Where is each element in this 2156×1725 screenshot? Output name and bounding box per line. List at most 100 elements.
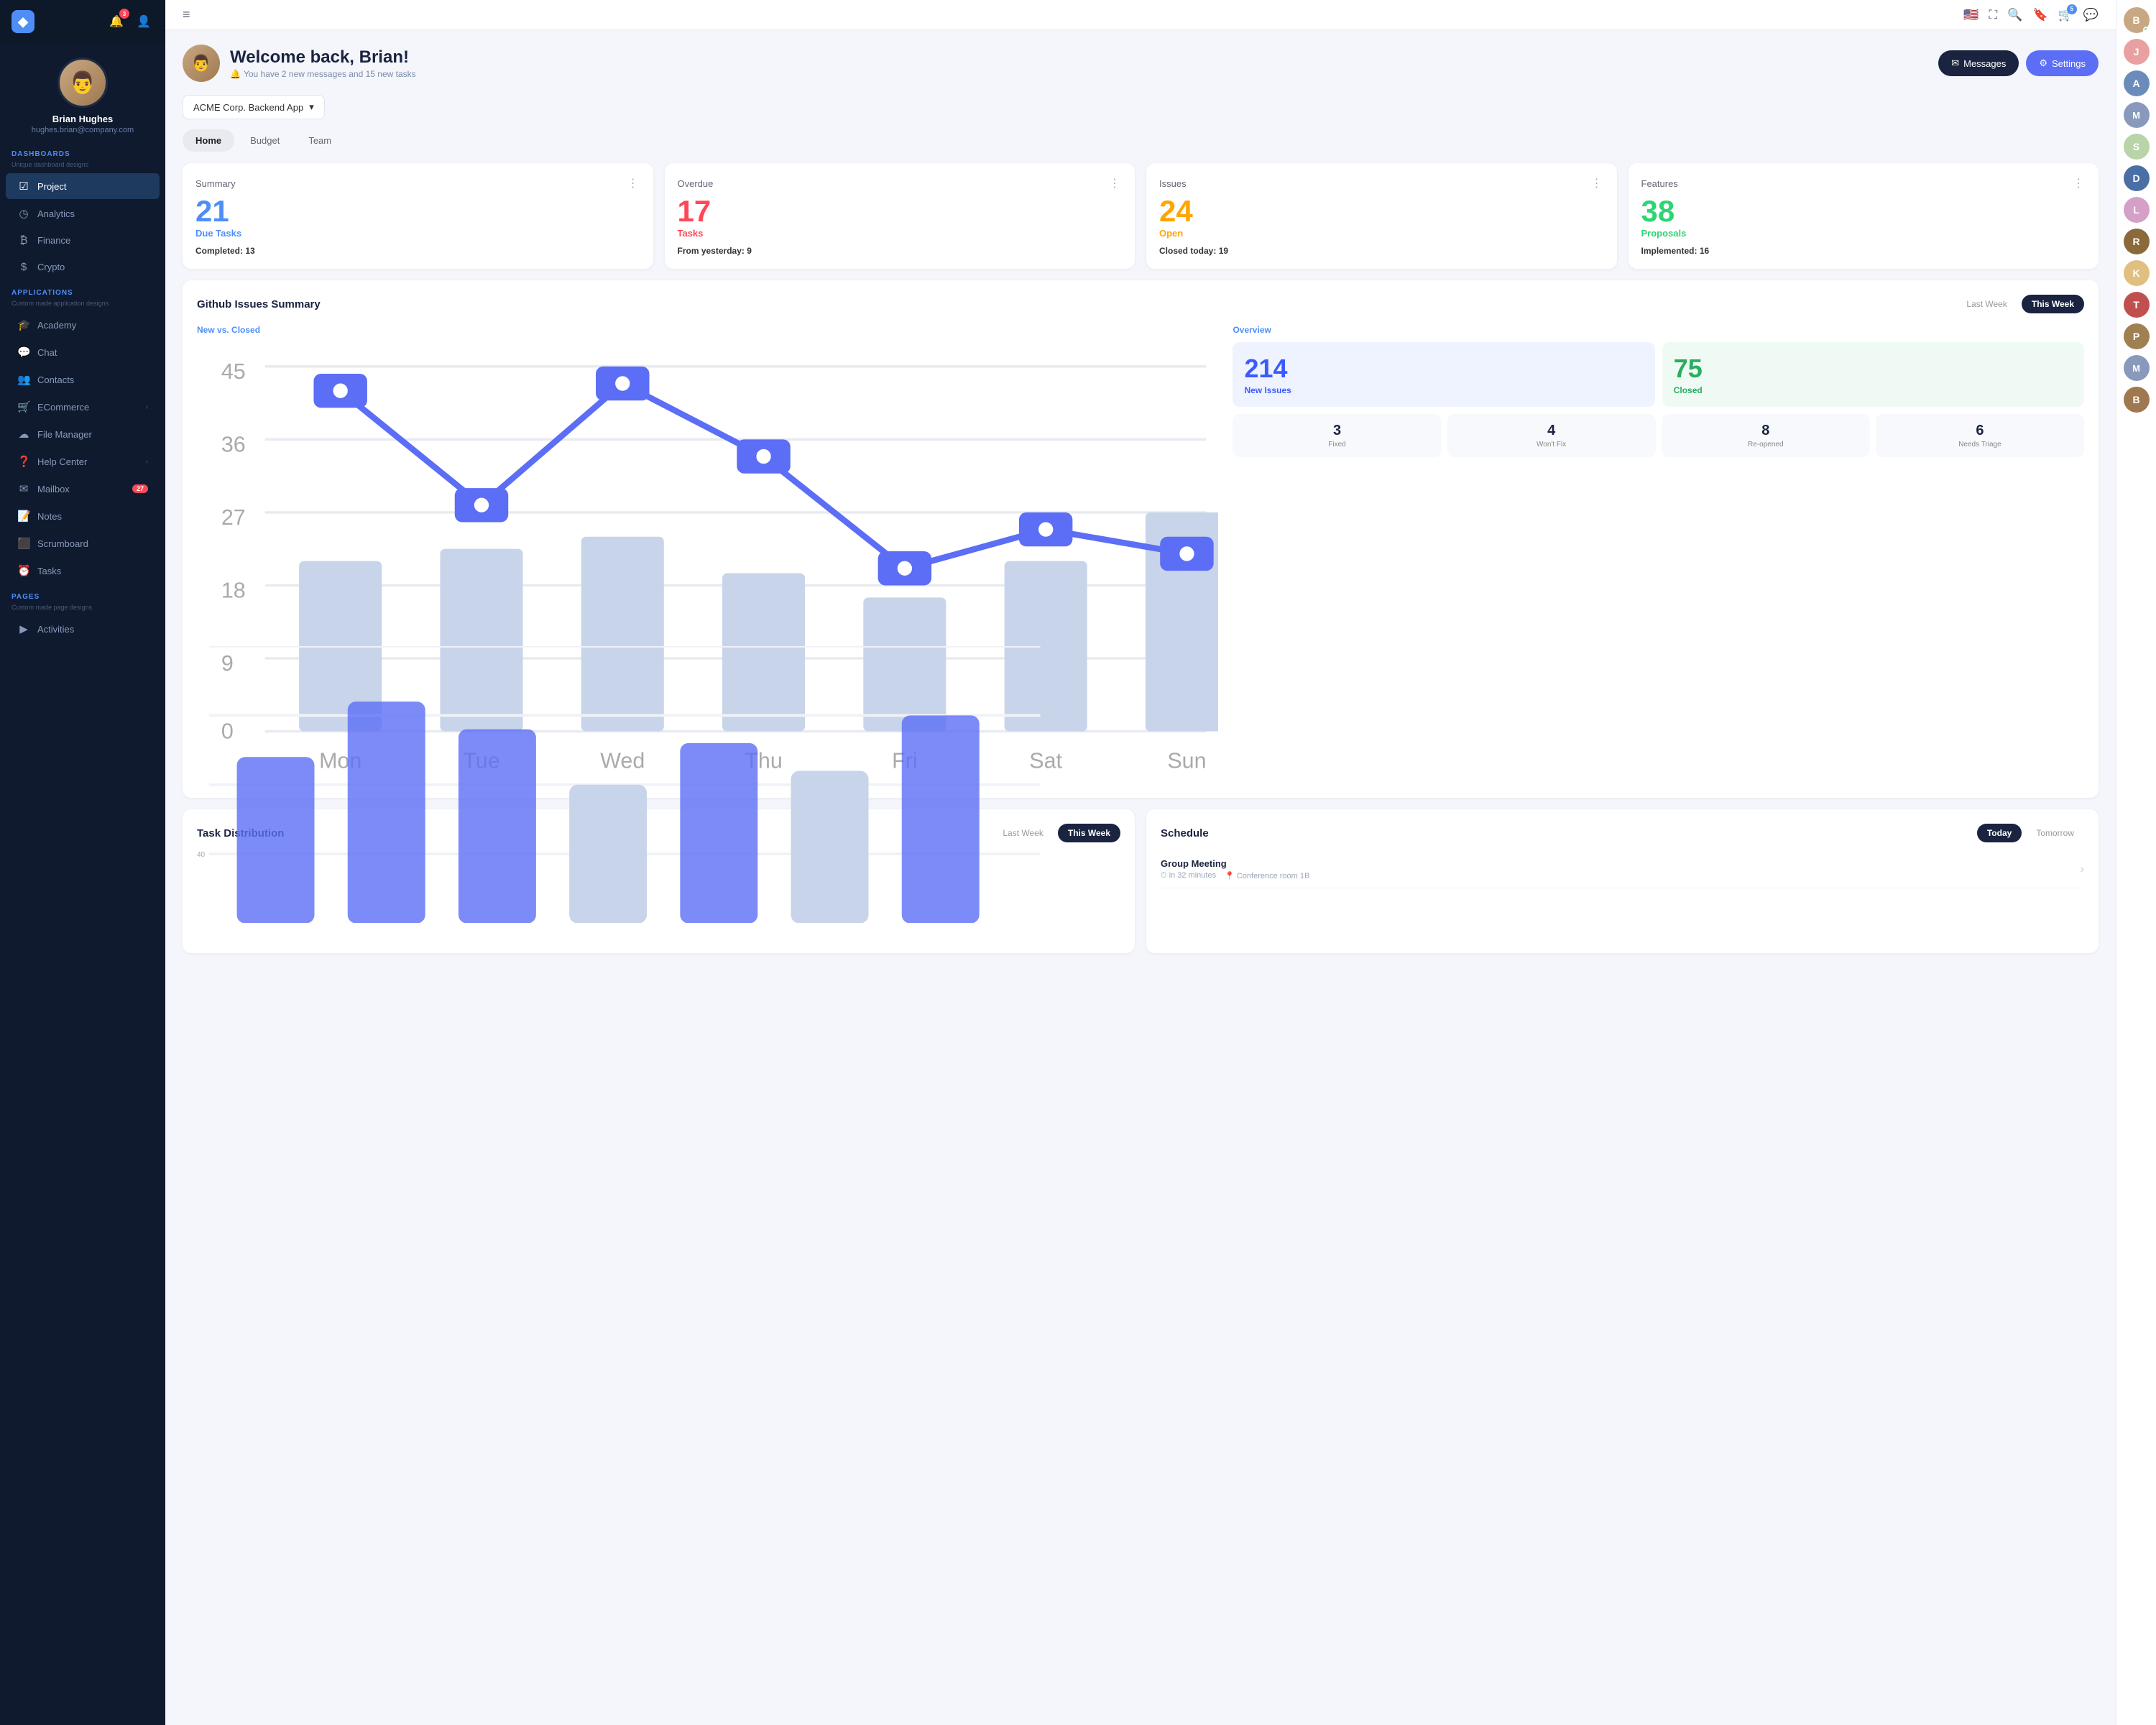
- task-distribution-card: Task Distribution Last Week This Week 40: [183, 809, 1135, 953]
- topbar-right: 🇺🇸 ⛶ 🔍 🔖 🛒 5 💬: [1963, 8, 2099, 22]
- sidebar-item-project[interactable]: ☑ Project: [6, 173, 160, 199]
- card-issues-title: Issues: [1159, 178, 1187, 189]
- schedule-item: Group Meeting ⏱ in 32 minutes 📍 Conferen…: [1161, 851, 2084, 888]
- overview-new-issues-number: 214: [1244, 354, 1643, 384]
- analytics-icon: ◷: [17, 207, 30, 220]
- rail-avatar-2[interactable]: A: [2124, 70, 2150, 96]
- messages-button[interactable]: ✉ Messages: [1938, 50, 2019, 76]
- tasks-icon: ⏰: [17, 564, 30, 577]
- app-logo[interactable]: ◆: [11, 10, 34, 33]
- search-icon[interactable]: 🔍: [2007, 8, 2022, 22]
- tab-team[interactable]: Team: [295, 129, 344, 152]
- user-name: Brian Hughes: [52, 114, 114, 124]
- sidebar-item-mailbox[interactable]: ✉ Mailbox 27: [6, 476, 160, 502]
- mini-card-wontfix: 4 Won't Fix: [1447, 414, 1656, 457]
- sidebar-item-chat[interactable]: 💬 Chat: [6, 339, 160, 365]
- github-toggle-thisweek[interactable]: This Week: [2022, 295, 2084, 313]
- cart-icon[interactable]: 🛒 5: [2058, 8, 2073, 22]
- chevron-down-icon: ▾: [309, 101, 314, 113]
- rail-avatar-12[interactable]: B: [2124, 387, 2150, 413]
- chevron-right-icon: ›: [146, 458, 148, 466]
- card-summary-number: 21: [195, 196, 640, 226]
- card-overdue-label: Tasks: [678, 228, 1123, 239]
- rail-avatar-6[interactable]: L: [2124, 197, 2150, 223]
- sidebar-item-activities[interactable]: ▶ Activities: [6, 616, 160, 642]
- sidebar-item-notes[interactable]: 📝 Notes: [6, 503, 160, 529]
- schedule-today[interactable]: Today: [1977, 824, 2022, 842]
- project-selector[interactable]: ACME Corp. Backend App ▾: [183, 95, 325, 119]
- helpcenter-icon: ❓: [17, 455, 30, 468]
- sidebar-item-scrumboard[interactable]: ⬛ Scrumboard: [6, 530, 160, 556]
- content-area: 👨 Welcome back, Brian! 🔔 You have 2 new …: [165, 30, 2116, 967]
- fullscreen-icon[interactable]: ⛶: [1989, 8, 1997, 22]
- section-label-pages: PAGES: [0, 584, 165, 604]
- welcome-text: Welcome back, Brian! 🔔 You have 2 new me…: [230, 47, 416, 79]
- schedule-tomorrow[interactable]: Tomorrow: [2026, 824, 2084, 842]
- rail-avatar-letter-m2[interactable]: M: [2124, 355, 2150, 381]
- sidebar-item-ecommerce[interactable]: 🛒 ECommerce ›: [6, 394, 160, 420]
- sidebar-item-label: Activities: [37, 624, 74, 635]
- sidebar-item-helpcenter[interactable]: ❓ Help Center ›: [6, 448, 160, 474]
- sidebar-item-contacts[interactable]: 👥 Contacts: [6, 367, 160, 392]
- rail-avatar-9[interactable]: T: [2124, 292, 2150, 318]
- task-dist-svg: [209, 646, 1041, 924]
- schedule-card: Schedule Today Tomorrow Group Meeting ⏱ …: [1146, 809, 2099, 953]
- mini-wontfix-label: Won't Fix: [1453, 441, 1650, 448]
- sidebar-item-finance[interactable]: ₿ Finance: [6, 228, 160, 253]
- sidebar-item-label: Scrumboard: [37, 538, 88, 549]
- task-dist-chart: 40: [197, 851, 1120, 923]
- ecommerce-icon: 🛒: [17, 400, 30, 413]
- finance-icon: ₿: [17, 234, 30, 247]
- welcome-header: 👨 Welcome back, Brian! 🔔 You have 2 new …: [183, 45, 2099, 82]
- welcome-left: 👨 Welcome back, Brian! 🔔 You have 2 new …: [183, 45, 416, 82]
- tab-home[interactable]: Home: [183, 129, 234, 152]
- bookmark-icon[interactable]: 🔖: [2032, 8, 2047, 22]
- sidebar-item-label: Finance: [37, 235, 70, 246]
- messages-icon[interactable]: 💬: [2083, 8, 2099, 22]
- sidebar-item-crypto[interactable]: $ Crypto: [6, 254, 160, 280]
- overview-mini-cards: 3 Fixed 4 Won't Fix 8 Re-opened 6: [1233, 414, 2084, 457]
- settings-button[interactable]: ⚙ Settings: [2026, 50, 2099, 76]
- gear-icon: ⚙: [2039, 58, 2047, 69]
- card-summary-menu[interactable]: ⋮: [627, 176, 640, 190]
- card-overdue-menu[interactable]: ⋮: [1109, 176, 1122, 190]
- svg-text:27: 27: [221, 505, 246, 530]
- svg-text:45: 45: [221, 359, 246, 384]
- rail-avatar-letter-m1[interactable]: M: [2124, 102, 2150, 128]
- schedule-item-left: Group Meeting ⏱ in 32 minutes 📍 Conferen…: [1161, 858, 1309, 880]
- section-sub-pages: Custom made page designs: [0, 604, 165, 615]
- card-issues-menu[interactable]: ⋮: [1591, 176, 1604, 190]
- rail-avatar-10[interactable]: P: [2124, 323, 2150, 349]
- github-toggle-lastweek[interactable]: Last Week: [1956, 295, 2017, 313]
- hamburger-menu-icon[interactable]: ≡: [183, 7, 190, 22]
- card-issues-number: 24: [1159, 196, 1604, 226]
- github-section-header: Github Issues Summary Last Week This Wee…: [197, 295, 2084, 313]
- sidebar-item-analytics[interactable]: ◷ Analytics: [6, 201, 160, 226]
- project-selector-label: ACME Corp. Backend App: [193, 102, 303, 113]
- rail-avatar-7[interactable]: R: [2124, 229, 2150, 254]
- rail-avatar-0[interactable]: B: [2124, 7, 2150, 33]
- card-features-menu[interactable]: ⋮: [2073, 176, 2086, 190]
- section-sub-dashboards: Unique dashboard designs: [0, 161, 165, 172]
- card-features-header: Features ⋮: [1641, 176, 2086, 190]
- tab-budget[interactable]: Budget: [237, 129, 292, 152]
- rail-avatar-1[interactable]: J: [2124, 39, 2150, 65]
- card-features-number: 38: [1641, 196, 2086, 226]
- mini-reopened-number: 8: [1667, 423, 1864, 439]
- sidebar-item-tasks[interactable]: ⏰ Tasks: [6, 558, 160, 584]
- task-dist-thisweek[interactable]: This Week: [1058, 824, 1120, 842]
- contacts-icon: 👥: [17, 373, 30, 386]
- chart-y-label: 40: [197, 851, 205, 859]
- rail-avatar-5[interactable]: D: [2124, 165, 2150, 191]
- chevron-right-icon[interactable]: ›: [2081, 863, 2084, 876]
- sidebar-item-academy[interactable]: 🎓 Academy: [6, 312, 160, 338]
- rail-avatar-4[interactable]: S: [2124, 134, 2150, 160]
- sidebar-item-label: Project: [37, 181, 66, 192]
- sidebar-item-label: File Manager: [37, 429, 92, 440]
- sidebar-item-filemanager[interactable]: ☁ File Manager: [6, 421, 160, 447]
- flag-icon[interactable]: 🇺🇸: [1963, 8, 1978, 22]
- github-section-title: Github Issues Summary: [197, 298, 321, 310]
- notification-bell-icon[interactable]: 🔔 3: [106, 12, 126, 32]
- rail-avatar-8[interactable]: K: [2124, 260, 2150, 286]
- user-circle-icon[interactable]: 👤: [134, 12, 154, 32]
